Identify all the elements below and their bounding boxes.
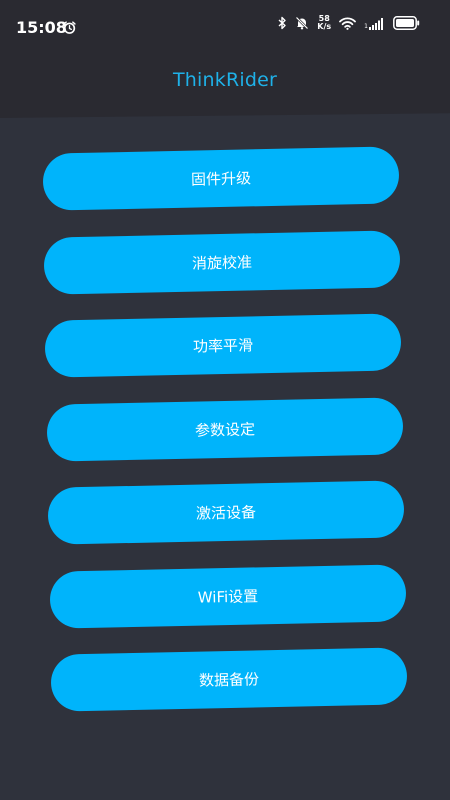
menu-list: 固件升级 消旋校准 功率平滑 参数设定 激活设备 WiFi设置 数据备份 (0, 0, 450, 800)
power-smoothing-button[interactable]: 功率平滑 (44, 313, 402, 378)
screen: 15:08 58 K/s 1 ThinkRider 固件升级 消旋校准 功率平滑… (0, 0, 450, 800)
data-backup-button[interactable]: 数据备份 (50, 647, 408, 712)
spindown-calibration-button[interactable]: 消旋校准 (43, 230, 401, 295)
activate-device-button[interactable]: 激活设备 (47, 480, 405, 545)
parameter-settings-button[interactable]: 参数设定 (46, 397, 404, 462)
wifi-settings-button[interactable]: WiFi设置 (49, 564, 407, 629)
firmware-upgrade-button[interactable]: 固件升级 (42, 146, 400, 211)
